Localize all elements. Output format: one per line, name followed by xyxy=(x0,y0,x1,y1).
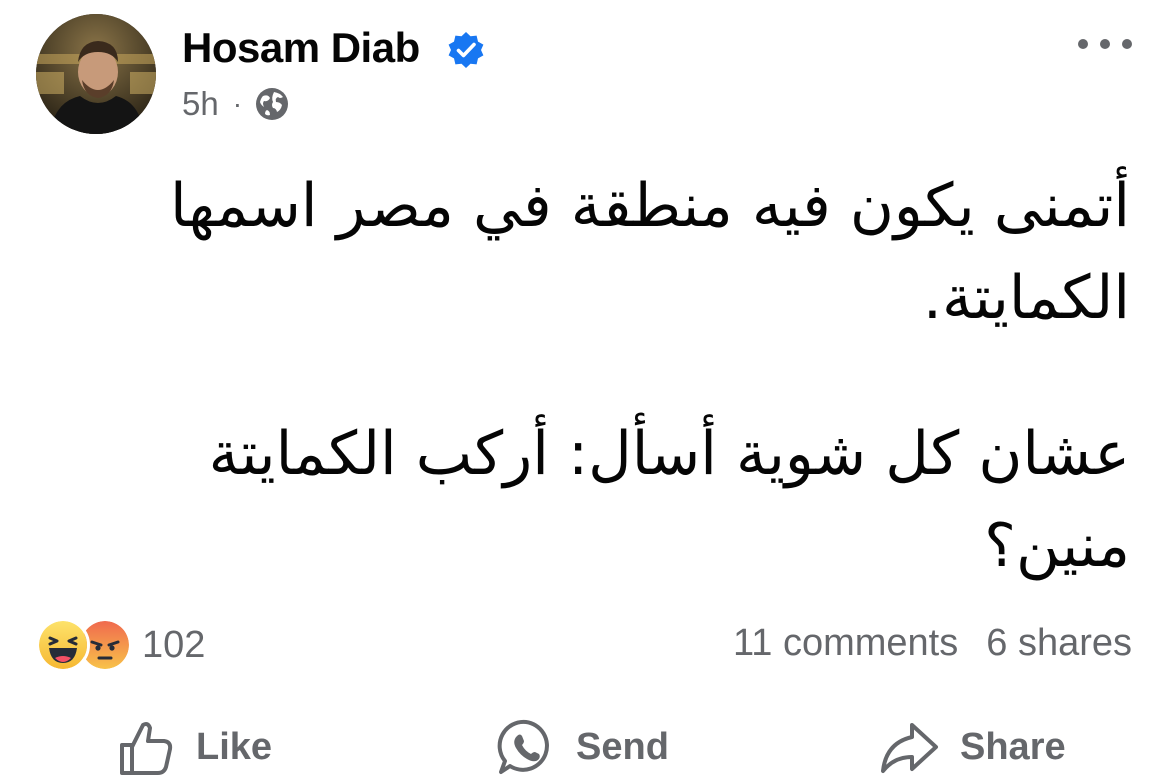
more-dot xyxy=(1122,39,1132,49)
verified-badge-icon xyxy=(448,32,484,68)
like-label: Like xyxy=(196,725,273,768)
facebook-post: Hosam Diab 5h · أتمنى يكون فيه منطقة في … xyxy=(0,0,1170,775)
send-label: Send xyxy=(576,725,669,768)
thumbs-up-icon xyxy=(120,722,173,775)
share-arrow-icon xyxy=(881,723,938,773)
globe-icon[interactable] xyxy=(254,86,290,122)
post-paragraph: عشان كل شوية أسأل: أركب الكمايتة منين؟ xyxy=(208,419,1130,581)
reactions-summary[interactable]: 102 xyxy=(36,618,206,672)
share-button[interactable]: Share xyxy=(878,716,1066,778)
like-button[interactable]: Like xyxy=(116,716,272,778)
post-time[interactable]: 5h xyxy=(182,85,219,123)
post-text: أتمنى يكون فيه منطقة في مصر اسمها الكماي… xyxy=(70,160,1130,592)
shares-count[interactable]: 6 shares xyxy=(986,622,1132,665)
send-button[interactable]: Send xyxy=(496,716,669,778)
post-stats: 11 comments 6 shares xyxy=(733,618,1132,668)
share-label: Share xyxy=(960,725,1066,768)
post-paragraph: أتمنى يكون فيه منطقة في مصر اسمها الكماي… xyxy=(170,171,1130,333)
whatsapp-icon xyxy=(497,719,549,774)
action-bar: Like Send Share xyxy=(0,712,1170,775)
profile-photo-icon xyxy=(36,14,156,134)
post-meta: 5h · xyxy=(182,84,290,124)
comments-count[interactable]: 11 comments xyxy=(733,622,958,665)
meta-separator: · xyxy=(232,88,243,119)
more-horizontal-icon xyxy=(1078,39,1088,49)
more-options-button[interactable] xyxy=(1078,30,1132,58)
haha-reaction-icon xyxy=(36,618,90,672)
author-avatar[interactable] xyxy=(36,14,156,134)
more-dot xyxy=(1100,39,1110,49)
reaction-count: 102 xyxy=(142,623,206,666)
author-name[interactable]: Hosam Diab xyxy=(182,24,420,72)
